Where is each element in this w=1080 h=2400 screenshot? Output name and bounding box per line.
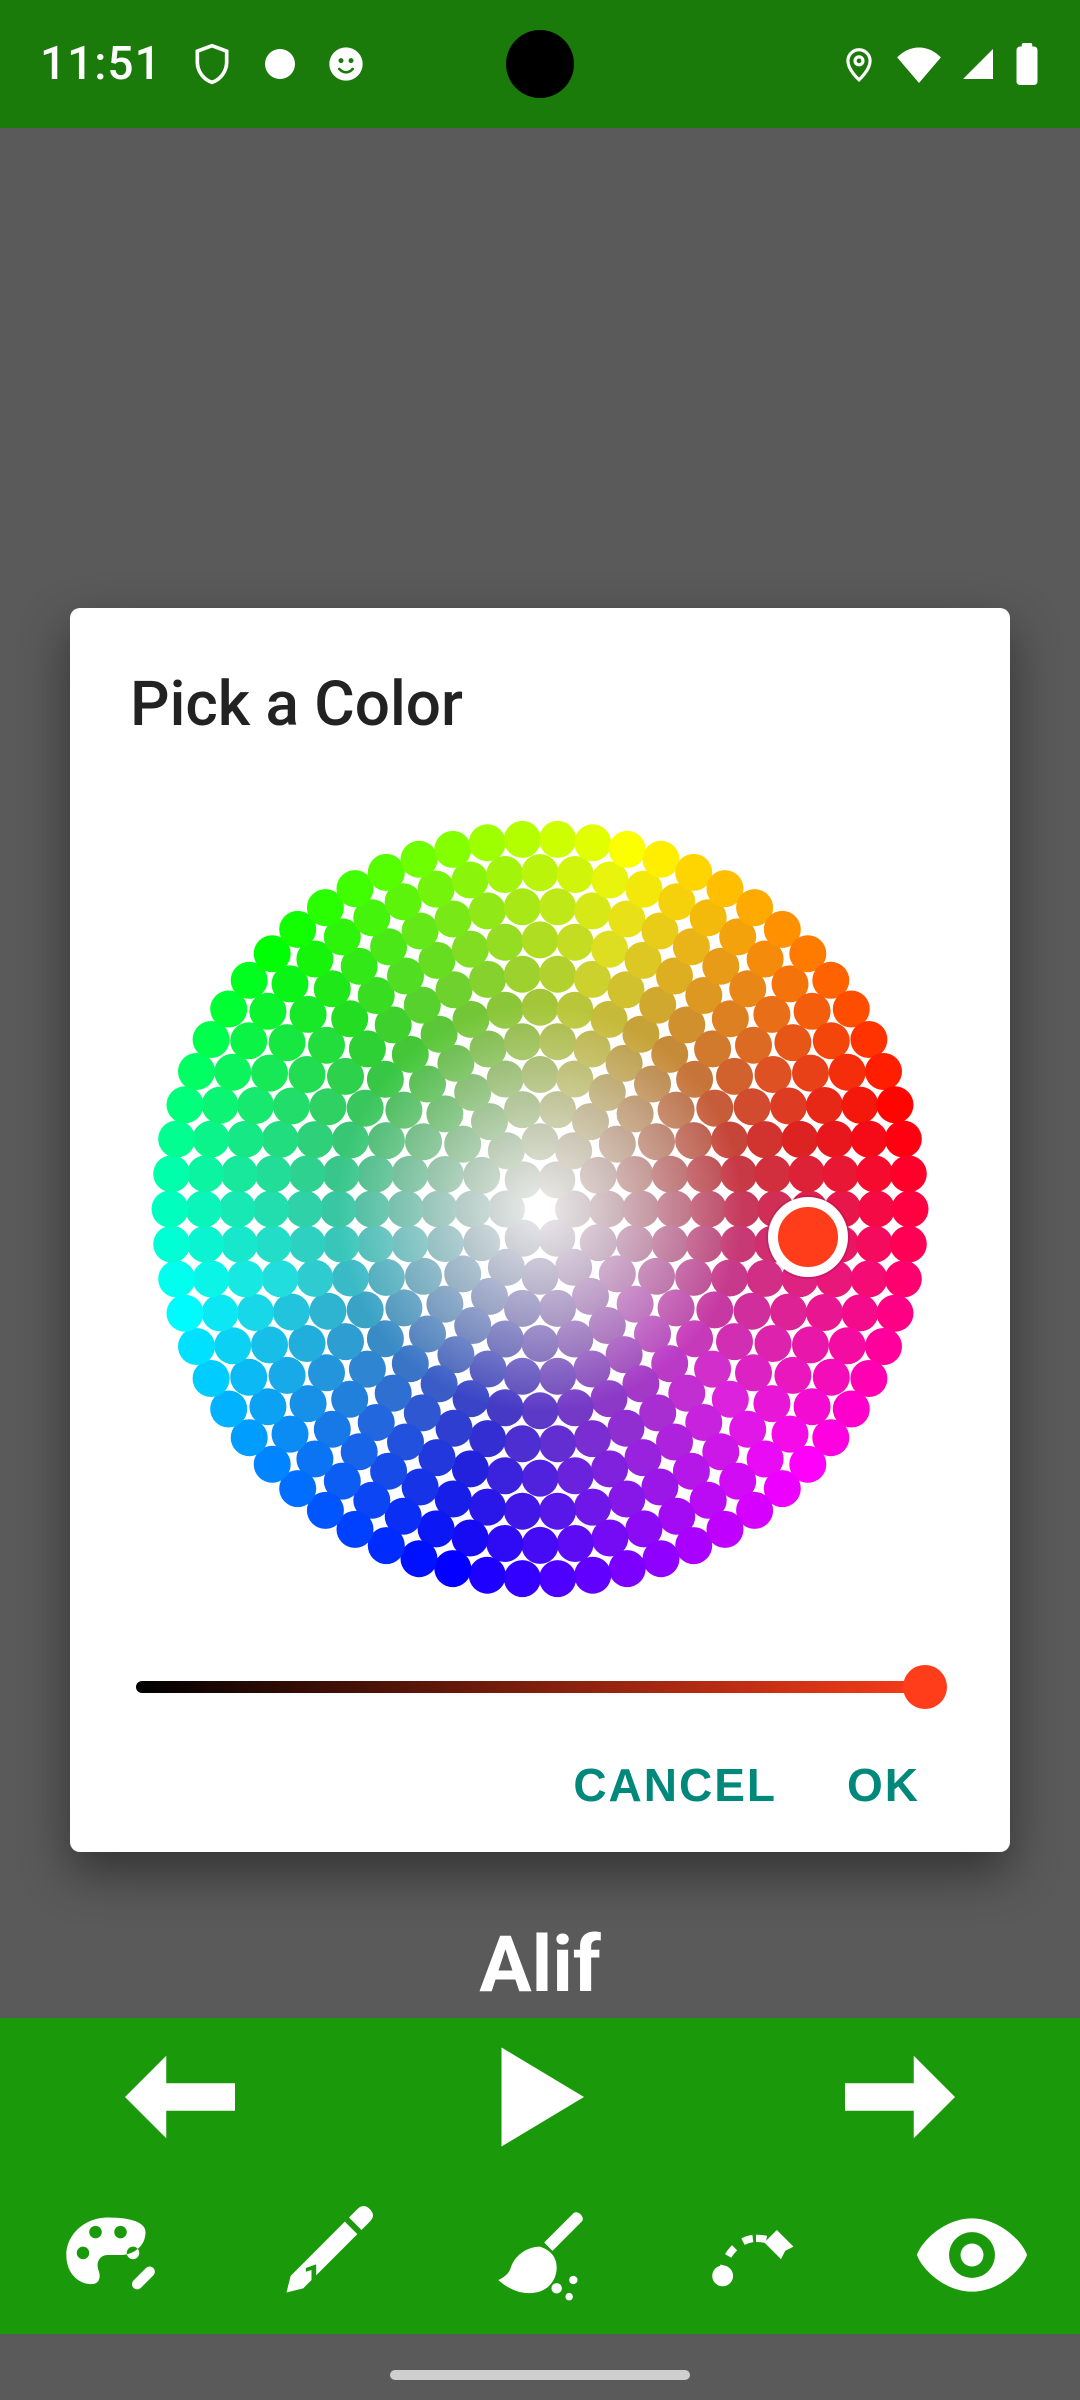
pencil-button[interactable]: 1 bbox=[216, 2176, 432, 2334]
cell-signal-icon bbox=[960, 46, 996, 82]
selected-color-indicator bbox=[768, 1197, 848, 1277]
preview-button[interactable] bbox=[864, 2176, 1080, 2334]
wifi-icon bbox=[896, 45, 942, 83]
shield-outline-icon bbox=[190, 42, 234, 86]
color-picker-dialog: Pick a Color CANCEL OK bbox=[70, 608, 1010, 1852]
trace-button[interactable] bbox=[648, 2176, 864, 2334]
location-icon bbox=[840, 45, 878, 83]
page-title: Alif bbox=[0, 1920, 1080, 2011]
ok-button[interactable]: OK bbox=[847, 1758, 920, 1812]
battery-icon bbox=[1014, 43, 1040, 85]
palette-button[interactable] bbox=[0, 2176, 216, 2334]
dot-icon bbox=[262, 46, 298, 82]
brush-clean-button[interactable] bbox=[432, 2176, 648, 2334]
gesture-bar bbox=[390, 2370, 690, 2380]
prev-button[interactable] bbox=[0, 2018, 360, 2176]
bottom-toolbar: 1 bbox=[0, 2018, 1080, 2334]
dialog-title: Pick a Color bbox=[130, 668, 950, 741]
play-button[interactable] bbox=[360, 2018, 720, 2176]
brightness-slider[interactable] bbox=[130, 1666, 950, 1708]
cancel-button[interactable]: CANCEL bbox=[573, 1758, 777, 1812]
face-icon bbox=[326, 44, 366, 84]
status-time: 11:51 bbox=[40, 37, 162, 91]
slider-thumb[interactable] bbox=[903, 1665, 947, 1709]
svg-text:1: 1 bbox=[303, 2258, 322, 2297]
next-button[interactable] bbox=[720, 2018, 1080, 2176]
color-wheel[interactable] bbox=[150, 819, 930, 1599]
camera-hole bbox=[506, 30, 574, 98]
